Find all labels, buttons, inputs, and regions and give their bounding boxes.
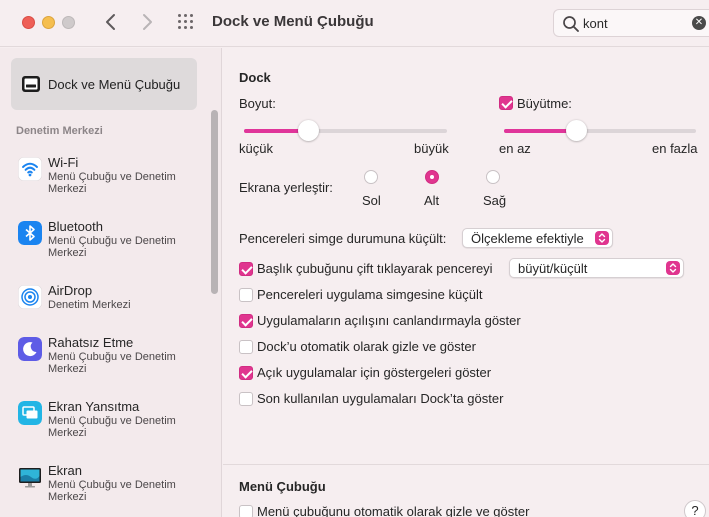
sidebar-item-label: Dock ve Menü Çubuğu [48,77,181,92]
size-slider-knob[interactable] [298,120,320,141]
sidebar-item-name: Wi-Fi [48,155,79,170]
dock-icon [22,76,40,92]
sidebar-item-desc: Menü Çubuğu ve Denetim Merkezi [48,415,176,439]
clear-search-icon[interactable]: ✕ [692,16,706,30]
chevron-right-icon [143,14,152,30]
magnification-slider[interactable] [504,120,696,141]
moon-icon [18,337,42,361]
checkbox-label: Pencereleri uygulama simgesine küçült [257,287,483,302]
minimize-window-button[interactable] [42,16,55,29]
position-left-radio[interactable] [364,170,378,184]
chevron-left-icon [106,14,115,30]
sidebar-item-desc: Menü Çubuğu ve Denetim Merkezi [48,171,176,195]
search-icon [563,16,579,32]
sidebar-item-display[interactable]: Ekran Menü Çubuğu ve Denetim Merkezi [0,463,205,517]
sidebar-item-name: AirDrop [48,283,93,298]
dock-section-title: Dock [239,70,271,85]
sidebar-item-screen-mirroring[interactable]: Ekran Yansıtma Menü Çubuğu ve Denetim Me… [0,399,205,455]
show-indicators-checkbox[interactable] [239,366,253,380]
sidebar-item-airdrop[interactable]: AirDrop Denetim Merkezi [0,283,205,339]
double-click-checkbox[interactable] [239,262,253,276]
window-title: Dock ve Menü Çubuğu [212,13,374,30]
display-icon [19,468,41,488]
sidebar-item-name: Ekran Yansıtma [48,399,140,414]
autohide-dock-checkbox[interactable] [239,340,253,354]
autohide-menubar-checkbox[interactable] [239,505,253,517]
menubar-section: Menü Çubuğu Menü çubuğunu otomatik olara… [223,464,709,517]
menubar-section-title: Menü Çubuğu [239,479,326,494]
size-label: Boyut: [239,96,276,111]
close-window-button[interactable] [22,16,35,29]
sidebar-item-desc: Menü Çubuğu ve Denetim Merkezi [48,235,176,259]
sidebar-item-name: Ekran [48,463,82,478]
size-slider[interactable] [244,120,447,141]
minimize-effect-label: Pencereleri simge durumuna küçült: [239,231,447,246]
animate-opening-apps-checkbox[interactable] [239,314,253,328]
checkbox-label: Dock’u otomatik olarak gizle ve göster [257,339,476,354]
minimize-effect-value: Ölçekleme efektiyle [471,231,584,246]
magnification-max-label: en fazla [652,141,698,156]
sidebar-item-desc: Denetim Merkezi [48,299,131,311]
airdrop-icon [18,285,42,309]
sidebar-item-bluetooth[interactable]: Bluetooth Menü Çubuğu ve Denetim Merkezi [0,219,205,275]
double-click-action-popup[interactable]: büyüt/küçült [509,258,684,278]
size-min-label: küçük [239,141,273,156]
magnification-min-label: en az [499,141,531,156]
sidebar-item-do-not-disturb[interactable]: Rahatsız Etme Menü Çubuğu ve Denetim Mer… [0,335,205,391]
bluetooth-icon [18,221,42,245]
zoom-window-button[interactable] [62,16,75,29]
sidebar-item-desc: Menü Çubuğu ve Denetim Merkezi [48,351,176,375]
show-all-grid-button[interactable] [177,14,197,32]
sidebar-scrollbar[interactable] [211,110,218,294]
back-button[interactable] [100,10,122,34]
double-click-label: Başlık çubuğunu çift tıklayarak pencerey… [257,261,493,276]
position-right-radio[interactable] [486,170,500,184]
position-right-label: Sağ [483,193,507,208]
magnification-checkbox[interactable] [499,96,513,110]
position-bottom-radio[interactable] [425,170,439,184]
minimize-effect-popup[interactable]: Ölçekleme efektiyle [462,228,613,248]
search-input[interactable] [583,14,683,32]
sidebar-item-name: Bluetooth [48,219,103,234]
search-field[interactable]: ✕ [553,9,709,37]
checkbox-label: Uygulamaların açılışını canlandırmayla g… [257,313,521,328]
autohide-menubar-label: Menü çubuğunu otomatik olarak gizle ve g… [257,504,530,517]
updown-chevron-icon [595,231,609,245]
sidebar-item-wifi[interactable]: Wi-Fi Menü Çubuğu ve Denetim Merkezi [0,155,205,211]
double-click-action-value: büyüt/küçült [518,261,588,276]
show-recent-apps-checkbox[interactable] [239,392,253,406]
position-bottom-label: Alt [424,193,440,208]
updown-chevron-icon [666,261,680,275]
minimize-to-app-icon-checkbox[interactable] [239,288,253,302]
forward-button[interactable] [136,10,158,34]
screen-mirroring-icon [18,401,42,425]
sidebar-item-dock-menubar[interactable]: Dock ve Menü Çubuğu [11,58,197,110]
sidebar-section-title: Denetim Merkezi [16,125,103,137]
wifi-icon [18,157,42,181]
position-label: Ekrana yerleştir: [239,180,333,195]
magnification-label: Büyütme: [517,96,572,111]
checkbox-label: Son kullanılan uygulamaları Dock’ta göst… [257,391,504,406]
sidebar-item-name: Rahatsız Etme [48,335,134,350]
help-button[interactable]: ? [684,500,706,517]
sidebar-item-desc: Menü Çubuğu ve Denetim Merkezi [48,479,176,503]
checkbox-label: Açık uygulamalar için göstergeleri göste… [257,365,492,380]
position-left-label: Sol [362,193,381,208]
title-bar: Dock ve Menü Çubuğu ✕ [0,0,709,47]
sidebar: Dock ve Menü Çubuğu Denetim Merkezi Wi-F… [0,48,222,517]
magnification-slider-knob[interactable] [566,120,588,141]
size-max-label: büyük [414,141,449,156]
main-pane: Dock Boyut: küçük büyük Büyütme: en az e… [223,48,709,517]
